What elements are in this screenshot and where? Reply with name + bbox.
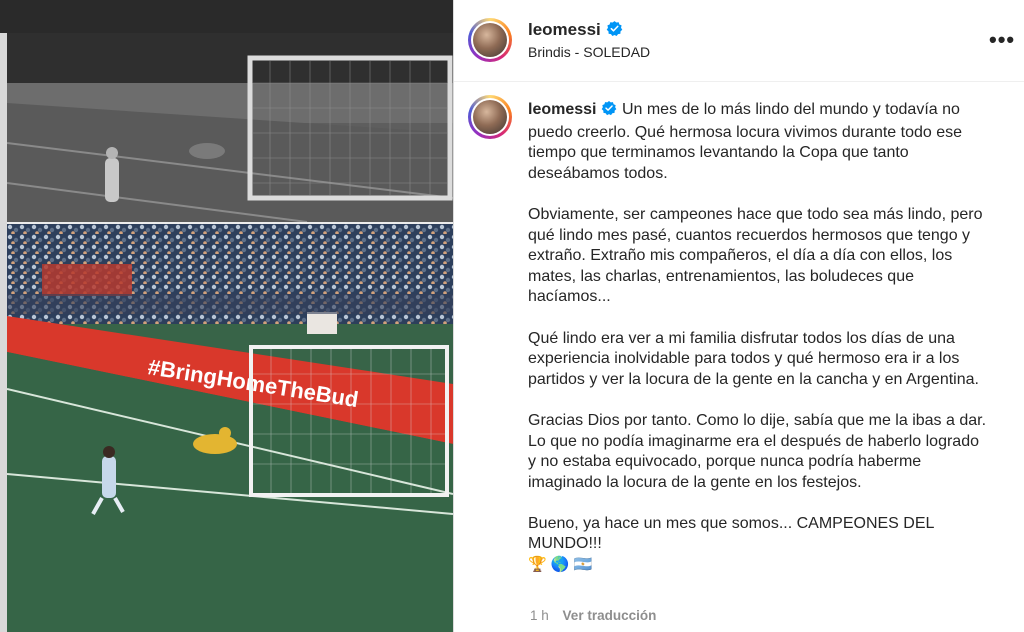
grayscale-goal-illustration [7, 33, 453, 222]
post-details-panel: leomessi Brindis - SOLEDAD ••• leomessi … [454, 0, 1024, 632]
caption-username[interactable]: leomessi [528, 101, 596, 118]
post-media[interactable]: #BringHomeTheBud [0, 0, 453, 632]
verified-icon [606, 20, 623, 42]
header-avatar[interactable] [468, 18, 512, 62]
stadium-penalty-illustration: #BringHomeTheBud [7, 224, 453, 632]
caption-paragraph-4: Gracias Dios por tanto. Como lo dije, sa… [528, 411, 987, 491]
post-meta: 1 h Ver traducción [530, 608, 656, 623]
media-image-top [7, 33, 453, 222]
location-link[interactable]: Brindis - SOLEDAD [528, 44, 650, 60]
more-options-icon[interactable]: ••• [989, 29, 1015, 51]
post-caption: leomessi Un mes de lo más lindo del mund… [528, 100, 988, 576]
top-dark-strip [0, 0, 453, 33]
post-header: leomessi Brindis - SOLEDAD ••• [454, 0, 1024, 82]
time-ago[interactable]: 1 h [530, 608, 549, 623]
verified-icon [601, 100, 617, 123]
translate-button[interactable]: Ver traducción [563, 608, 657, 623]
caption-emojis: 🏆 🌎 🇦🇷 [528, 556, 593, 574]
caption-paragraph-3: Qué lindo era ver a mi familia disfrutar… [528, 329, 979, 388]
header-username[interactable]: leomessi [528, 20, 601, 39]
header-username-row: leomessi [528, 20, 623, 42]
media-image-bottom: #BringHomeTheBud [7, 224, 453, 632]
caption-paragraph-2: Obviamente, ser campeones hace que todo … [528, 205, 983, 306]
media-left-edge [0, 33, 7, 632]
caption-paragraph-5: Bueno, ya hace un mes que somos... CAMPE… [528, 514, 934, 553]
caption-avatar[interactable] [468, 95, 512, 139]
